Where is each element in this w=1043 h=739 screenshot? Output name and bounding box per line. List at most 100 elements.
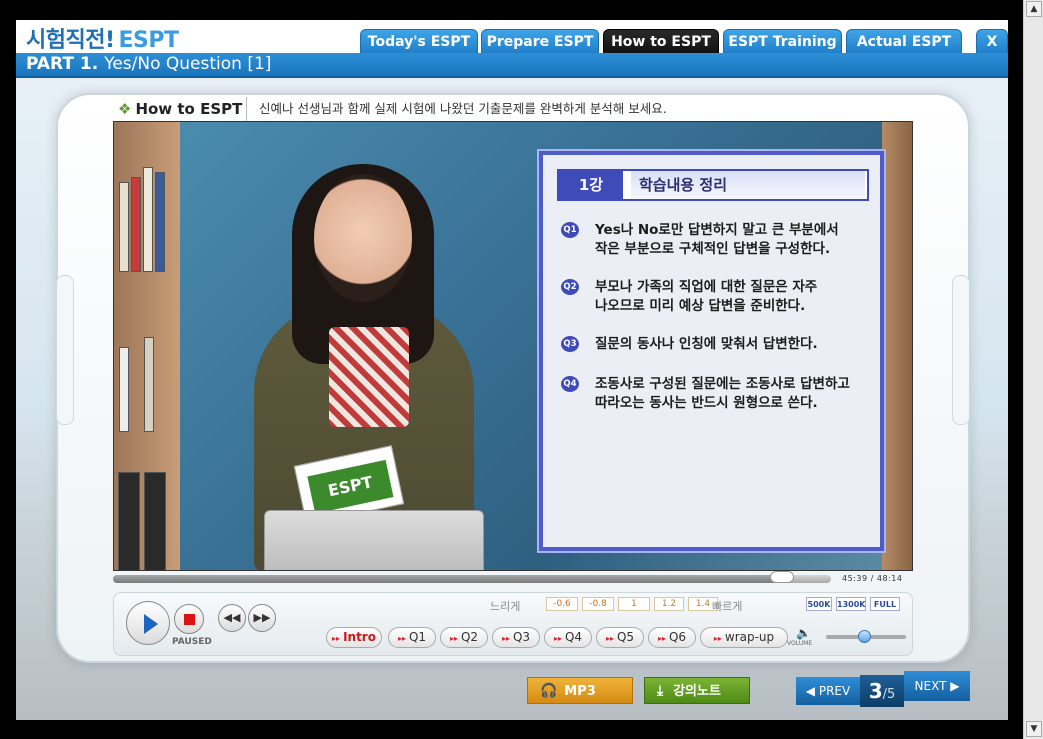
volume-handle[interactable] (858, 630, 872, 643)
bookshelf-right (882, 122, 912, 570)
video-player[interactable]: ESPT 1강 학습내용 정리 Q1 Yes나 No로만 답변하지 말고 큰 부… (113, 121, 913, 571)
mp3-download-button[interactable]: 🎧 MP3 (527, 677, 633, 704)
laptop (264, 510, 484, 570)
volume-label: VOLUME (787, 640, 813, 647)
tab-prepare-espt[interactable]: Prepare ESPT (481, 29, 599, 55)
chapter-wrap-up[interactable]: ▸▸ wrap-up (700, 627, 788, 648)
chapter-q4[interactable]: ▸▸ Q4 (544, 627, 592, 648)
book (144, 472, 166, 570)
chapter-label: Q4 (564, 630, 583, 644)
board-item: Q4 조동사로 구성된 질문에는 조동사로 답변하고 따라오는 동사는 반드시 … (561, 375, 871, 413)
time-total: 48:14 (876, 574, 903, 583)
next-label: NEXT (914, 679, 947, 693)
part-subtitle: Yes/No Question [1] (104, 54, 272, 74)
rewind-button[interactable]: ◀◀ (218, 604, 246, 632)
rewind-icon: ◀◀ (223, 611, 241, 624)
chapter-q1[interactable]: ▸▸ Q1 (388, 627, 436, 648)
board-item-line: 작은 부분으로 구체적인 답변을 구성한다. (595, 241, 831, 257)
seek-handle[interactable] (770, 571, 795, 583)
logo: 시험직전! ESPT (26, 22, 179, 54)
question-badge: Q3 (561, 336, 579, 352)
chapter-intro[interactable]: ▸▸ Intro (326, 627, 382, 648)
tab-todays-espt[interactable]: Today's ESPT (360, 29, 478, 55)
chapter-q2[interactable]: ▸▸ Q2 (440, 627, 488, 648)
chapter-q5[interactable]: ▸▸ Q5 (596, 627, 644, 648)
stop-button[interactable] (174, 604, 204, 634)
chevron-right-icon: ▸▸ (605, 634, 614, 643)
volume-slider[interactable] (826, 630, 906, 643)
speed-option[interactable]: 1 (618, 597, 650, 611)
seek-bar[interactable] (113, 571, 831, 583)
chapter-q6[interactable]: ▸▸ Q6 (648, 627, 696, 648)
fast-forward-button[interactable]: ▶▶ (248, 604, 276, 632)
prev-button[interactable]: ◀ PREV (796, 677, 860, 705)
tab-espt-training[interactable]: ESPT Training (723, 29, 842, 55)
book (119, 182, 129, 272)
download-icon: ⤓ (657, 683, 664, 699)
board-item-line: 나오므로 미리 예상 답변을 준비한다. (595, 298, 806, 314)
time-readout: 45:39 / 48:14 (842, 574, 902, 583)
page-total: /5 (882, 687, 896, 702)
speed-option[interactable]: -0.6 (546, 597, 578, 611)
time-separator: / (870, 574, 874, 583)
question-badge: Q4 (561, 376, 579, 392)
bookshelf-left (114, 122, 180, 570)
board-item: Q2 부모나 가족의 직업에 대한 질문은 자주 나오므로 미리 예상 답변을 … (561, 278, 871, 316)
board-item-line: 질문의 동사나 인칭에 맞춰서 답변한다. (595, 336, 818, 352)
chevron-right-icon: ▸▸ (332, 634, 341, 643)
quality-option[interactable]: 1300K (836, 597, 866, 611)
scroll-up-button[interactable]: ▲ (1026, 1, 1042, 17)
chapter-label: Q3 (512, 630, 531, 644)
play-icon (144, 614, 158, 634)
speed-option[interactable]: 1.2 (654, 597, 684, 611)
control-bar: PAUSED ◀◀ ▶▶ 느리게 -0.6 -0.8 1 1.2 1.4 빠르게… (113, 592, 913, 656)
chapter-label: Q1 (408, 630, 427, 644)
quality-option[interactable]: 500K (806, 597, 832, 611)
teacher-face (314, 174, 412, 302)
close-button[interactable]: X (976, 29, 1008, 55)
board-header: 1강 학습내용 정리 (557, 169, 869, 201)
tab-actual-espt[interactable]: Actual ESPT (846, 29, 962, 55)
board-item: Q3 질문의 동사나 인칭에 맞춰서 답변한다. (561, 335, 871, 354)
logo-sub: ESPT (118, 28, 180, 53)
book (119, 347, 129, 432)
logo-main: 시험직전! (26, 28, 115, 53)
arrow-left-icon: ◀ (805, 684, 819, 698)
chevron-right-icon: ▸▸ (657, 634, 666, 643)
chevron-right-icon: ▸▸ (449, 634, 458, 643)
chevron-right-icon: ▸▸ (501, 634, 510, 643)
chapter-q3[interactable]: ▸▸ Q3 (492, 627, 540, 648)
fast-forward-icon: ▶▶ (253, 611, 271, 624)
stop-icon (184, 614, 195, 625)
chapter-label: Intro (343, 630, 376, 644)
board-item-line: 부모나 가족의 직업에 대한 질문은 자주 (595, 279, 818, 295)
play-button[interactable] (126, 601, 170, 645)
board-item: Q1 Yes나 No로만 답변하지 말고 큰 부분에서 작은 부분으로 구체적인… (561, 221, 871, 259)
part-titlebar: PART 1. Yes/No Question [1] (16, 53, 1008, 78)
note-label: 강의노트 (673, 684, 721, 699)
board-title: 학습내용 정리 (631, 171, 865, 199)
speed-slow-label: 느리게 (490, 600, 521, 613)
board-item-line: 조동사로 구성된 질문에는 조동사로 답변하고 (595, 376, 850, 392)
chevron-right-icon: ▸▸ (553, 634, 562, 643)
left-side-handle (56, 275, 74, 425)
seek-bar-fill (113, 575, 783, 583)
lecture-note-download-button[interactable]: ⤓ 강의노트 (644, 677, 750, 704)
mp3-label: MP3 (564, 684, 596, 699)
scroll-down-button[interactable]: ▼ (1026, 721, 1042, 737)
section-label-text: How to ESPT (135, 100, 243, 118)
page-current: 3 (868, 679, 883, 703)
chevron-right-icon: ▸▸ (713, 634, 722, 643)
status-text: PAUSED (172, 637, 212, 647)
speed-option[interactable]: -0.8 (582, 597, 614, 611)
lesson-summary-board: 1강 학습내용 정리 Q1 Yes나 No로만 답변하지 말고 큰 부분에서 작… (539, 151, 884, 551)
header: 시험직전! ESPT Today's ESPT Prepare ESPT How … (16, 20, 1008, 55)
next-button[interactable]: NEXT ▶ (904, 671, 970, 701)
espt-book-cover: ESPT (307, 459, 394, 514)
question-badge: Q1 (561, 222, 579, 238)
section-label: ❖ How to ESPT (118, 100, 242, 118)
quality-option[interactable]: FULL (870, 597, 900, 611)
scrollbar[interactable]: ▲ ▼ (1023, 0, 1043, 739)
speaker-icon[interactable]: 🔈 (796, 626, 811, 640)
tab-how-to-espt[interactable]: How to ESPT (603, 29, 719, 55)
